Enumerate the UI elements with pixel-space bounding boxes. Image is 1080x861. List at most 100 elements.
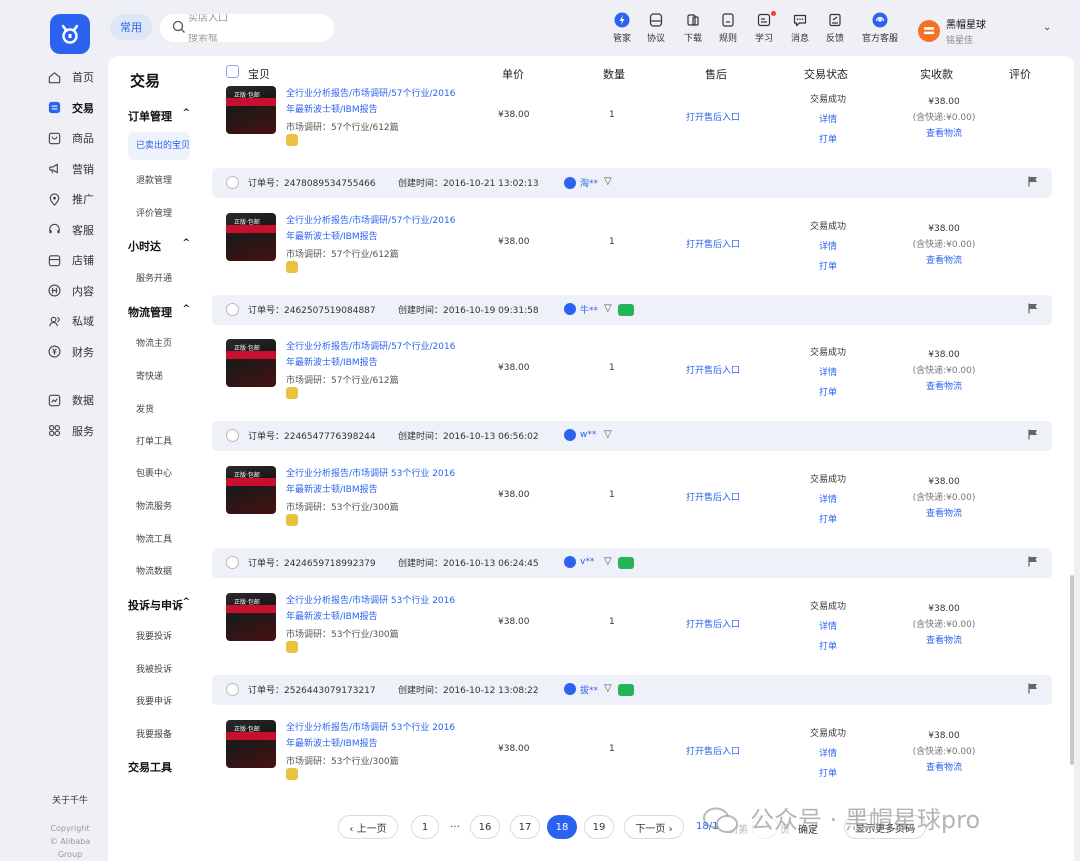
filter-icon[interactable]: ▽: [604, 429, 612, 440]
view-logistics-link[interactable]: 查看物流: [904, 760, 984, 776]
topnav-agreement[interactable]: 协议: [636, 12, 676, 44]
topnav-feedback[interactable]: 反馈: [815, 12, 855, 44]
common-button[interactable]: 常用: [110, 14, 152, 40]
topnav-learn[interactable]: 学习: [744, 11, 784, 44]
after-sale-link[interactable]: 打开售后入口: [686, 617, 740, 630]
topnav-support[interactable]: 官方客服: [860, 12, 900, 44]
topnav-message[interactable]: 消息: [780, 12, 820, 44]
filter-icon[interactable]: ▽: [604, 303, 612, 314]
view-logistics-link[interactable]: 查看物流: [904, 126, 984, 142]
detail-link[interactable]: 详情: [798, 617, 858, 637]
subnav-item-sold[interactable]: 已卖出的宝贝: [128, 132, 190, 160]
page-button-current[interactable]: 18: [547, 815, 577, 839]
subnav-item-logistics-service[interactable]: 物流服务: [136, 499, 172, 512]
detail-link[interactable]: 详情: [798, 110, 858, 130]
order-checkbox[interactable]: [226, 302, 239, 316]
prev-page-button[interactable]: ‹ 上一页: [338, 815, 398, 839]
subnav-item-appeal[interactable]: 我要申诉: [136, 694, 172, 707]
view-logistics-link[interactable]: 查看物流: [904, 253, 984, 269]
product-thumbnail[interactable]: 正版·包邮: [226, 719, 276, 768]
subnav-item-ship[interactable]: 发货: [136, 402, 154, 415]
detail-link[interactable]: 详情: [798, 490, 858, 510]
page-button[interactable]: 17: [510, 815, 540, 839]
print-link[interactable]: 打单: [798, 383, 858, 403]
leftnav-data[interactable]: 数据: [40, 385, 104, 416]
subnav-item-print-tool[interactable]: 打单工具: [136, 434, 172, 447]
filter-icon[interactable]: ▽: [604, 683, 612, 694]
page-button[interactable]: 19: [584, 815, 614, 839]
leftnav-shop[interactable]: 店铺: [40, 245, 104, 276]
view-logistics-link[interactable]: 查看物流: [904, 506, 984, 522]
subnav-item-logistics-data[interactable]: 物流数据: [136, 564, 172, 577]
chat-icon[interactable]: [618, 683, 634, 696]
qianniu-logo[interactable]: [50, 14, 90, 54]
product-title-link[interactable]: 全行业分析报告/市场调研/57个行业/2016年最新波士顿/IBM报告: [286, 213, 456, 245]
detail-link[interactable]: 详情: [798, 363, 858, 383]
page-button[interactable]: 16: [470, 815, 500, 839]
after-sale-link[interactable]: 打开售后入口: [686, 110, 740, 123]
chat-icon[interactable]: [618, 557, 634, 570]
topnav-rules[interactable]: 规则: [708, 12, 748, 44]
print-link[interactable]: 打单: [798, 130, 858, 150]
buyer-link[interactable]: 拔**: [564, 683, 598, 696]
product-thumbnail[interactable]: 正版·包邮: [226, 212, 276, 261]
vertical-scrollbar[interactable]: [1070, 575, 1074, 765]
print-link[interactable]: 打单: [798, 510, 858, 530]
filter-icon[interactable]: ▽: [604, 176, 612, 187]
leftnav-private-domain[interactable]: 私域: [40, 306, 104, 337]
filter-icon[interactable]: ▽: [604, 556, 612, 567]
after-sale-link[interactable]: 打开售后入口: [686, 744, 740, 757]
buyer-link[interactable]: v**: [564, 556, 594, 569]
print-link[interactable]: 打单: [798, 764, 858, 784]
flag-icon[interactable]: [1028, 176, 1038, 187]
order-checkbox[interactable]: [226, 556, 239, 570]
order-checkbox[interactable]: [226, 176, 239, 189]
product-thumbnail[interactable]: 正版·包邮: [226, 339, 276, 388]
leftnav-service[interactable]: 服务: [40, 416, 104, 447]
after-sale-link[interactable]: 打开售后入口: [686, 363, 740, 376]
product-title-link[interactable]: 全行业分析报告/市场调研/57个行业/2016年最新波士顿/IBM报告: [286, 339, 456, 371]
chevron-down-icon[interactable]: ⌄: [1043, 22, 1051, 33]
subnav-item-report[interactable]: 我要报备: [136, 727, 172, 740]
subnav-group-logistics[interactable]: 物流管理 ^: [128, 304, 198, 320]
user-profile[interactable]: 黑帽星球 铭星佳: [918, 16, 986, 46]
subnav-item-refund[interactable]: 退款管理: [136, 173, 172, 186]
subnav-group-order-management[interactable]: 订单管理 ^: [128, 108, 198, 124]
flag-icon[interactable]: [1028, 556, 1038, 567]
detail-link[interactable]: 详情: [798, 744, 858, 764]
print-link[interactable]: 打单: [798, 257, 858, 277]
leftnav-customer-service[interactable]: 客服: [40, 215, 104, 246]
about-qianniu-link[interactable]: 关于千牛: [52, 793, 88, 806]
product-thumbnail[interactable]: 正版·包邮: [226, 466, 276, 515]
view-logistics-link[interactable]: 查看物流: [904, 633, 984, 649]
flag-icon[interactable]: [1028, 303, 1038, 314]
leftnav-content[interactable]: 内容: [40, 276, 104, 307]
leftnav-promotion[interactable]: 推广: [40, 184, 104, 215]
product-title-link[interactable]: 全行业分析报告/市场调研 53个行业 2016年最新波士顿/IBM报告: [286, 466, 456, 498]
product-thumbnail[interactable]: 正版·包邮: [226, 86, 276, 134]
page-button[interactable]: 1: [411, 815, 439, 839]
chat-icon[interactable]: [618, 303, 634, 316]
order-checkbox[interactable]: [226, 429, 239, 443]
subnav-item-logistics-home[interactable]: 物流主页: [136, 336, 172, 349]
print-link[interactable]: 打单: [798, 637, 858, 657]
select-all-checkbox[interactable]: [226, 65, 239, 78]
buyer-link[interactable]: 淘**: [564, 176, 598, 189]
subnav-item-package-center[interactable]: 包裹中心: [136, 466, 172, 479]
detail-link[interactable]: 详情: [798, 237, 858, 257]
after-sale-link[interactable]: 打开售后入口: [686, 490, 740, 503]
flag-icon[interactable]: [1028, 683, 1038, 694]
leftnav-marketing[interactable]: 营销: [40, 154, 104, 185]
subnav-item-service-open[interactable]: 服务开通: [136, 271, 172, 284]
next-page-button[interactable]: 下一页 ›: [624, 815, 684, 839]
buyer-link[interactable]: w**: [564, 429, 596, 442]
subnav-item-send-express[interactable]: 寄快递: [136, 369, 163, 382]
subnav-item-logistics-tools[interactable]: 物流工具: [136, 532, 172, 545]
product-title-link[interactable]: 全行业分析报告/市场调研/57个行业/2016年最新波士顿/IBM报告: [286, 86, 456, 118]
after-sale-link[interactable]: 打开售后入口: [686, 237, 740, 250]
order-checkbox[interactable]: [226, 682, 239, 696]
leftnav-goods[interactable]: 商品: [40, 123, 104, 154]
leftnav-trade[interactable]: 交易: [40, 93, 104, 124]
subnav-group-complaint[interactable]: 投诉与申诉 ^: [128, 597, 198, 613]
subnav-item-review[interactable]: 评价管理: [136, 206, 172, 219]
